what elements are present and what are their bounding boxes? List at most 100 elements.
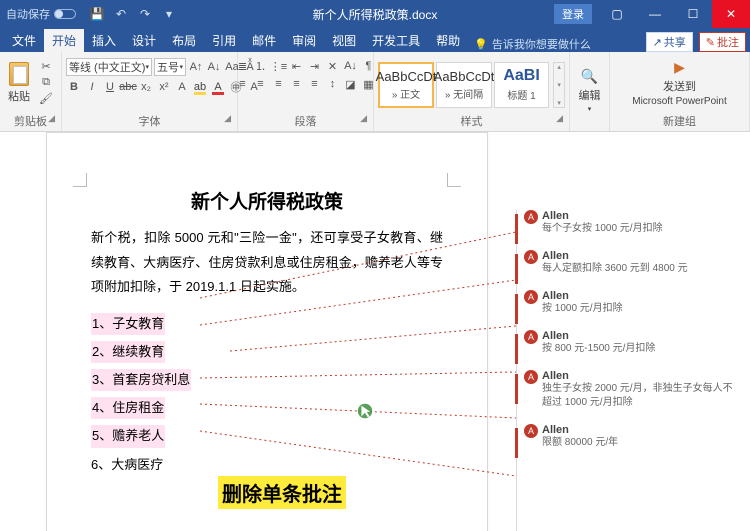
margin-corner-icon [447, 173, 461, 187]
highlight-color-button[interactable]: ab [192, 79, 208, 95]
comment[interactable]: A Allen 限额 80000 元/年 [524, 424, 738, 450]
autosave-label: 自动保存 [6, 6, 50, 22]
tab-help[interactable]: 帮助 [428, 29, 468, 52]
lightbulb-icon: 💡 [474, 38, 488, 51]
multilevel-icon[interactable]: ⋮≡ [271, 58, 287, 74]
document-area: 新个人所得税政策 新个税，扣除 5000 元和"三险一金"，还可享受子女教育、继… [0, 132, 750, 531]
list-item: 2、继续教育 [91, 341, 165, 363]
powerpoint-icon: ▶ [674, 59, 685, 76]
redo-icon[interactable]: ↷ [134, 3, 156, 25]
numbering-icon[interactable]: ⒈ [253, 58, 269, 74]
close-icon[interactable]: ✕ [712, 0, 750, 28]
maximize-icon[interactable]: ☐ [674, 0, 712, 28]
style-heading1[interactable]: AaBI 标题 1 [494, 62, 549, 108]
align-right-icon[interactable]: ≡ [271, 76, 287, 92]
editing-button[interactable]: 🔍 编辑 ▾ [575, 66, 605, 115]
comment[interactable]: A Allen 每人定额扣除 3600 元到 4800 元 [524, 250, 738, 276]
strike-button[interactable]: abc [120, 79, 136, 95]
login-button[interactable]: 登录 [554, 4, 592, 24]
ribbon-tabs: 文件 开始 插入 设计 布局 引用 邮件 审阅 视图 开发工具 帮助 💡 告诉我… [0, 28, 750, 52]
asian-layout-icon[interactable]: ✕ [325, 58, 341, 74]
dialog-launcher-icon[interactable]: ◢ [48, 113, 55, 124]
superscript-button[interactable]: x² [156, 79, 172, 95]
group-editing: 🔍 编辑 ▾ [570, 52, 610, 131]
list-item: 6、大病医疗 [91, 454, 163, 476]
list-item: 5、赡养老人 [91, 425, 165, 447]
tab-file[interactable]: 文件 [4, 29, 44, 52]
ribbon-options-icon[interactable]: ▢ [598, 0, 636, 28]
grow-font-icon[interactable]: A↑ [188, 59, 204, 75]
send-to-ppt-button[interactable]: ▶ 发送到 Microsoft PowerPoint [628, 57, 730, 109]
tab-view[interactable]: 视图 [324, 29, 364, 52]
tab-mailings[interactable]: 邮件 [244, 29, 284, 52]
bold-button[interactable]: B [66, 79, 82, 95]
dialog-launcher-icon[interactable]: ◢ [556, 113, 563, 124]
font-name-select[interactable]: 等线 (中文正文)▾ [66, 58, 152, 76]
styles-scroll[interactable]: ▴▾▾ [553, 62, 565, 108]
increase-indent-icon[interactable]: ⇥ [307, 58, 323, 74]
comment[interactable]: A Allen 按 800 元-1500 元/月扣除 [524, 330, 738, 356]
list-item: 4、住房租金 [91, 397, 165, 419]
format-painter-icon[interactable]: 🖌 [38, 92, 54, 106]
tab-review[interactable]: 审阅 [284, 29, 324, 52]
distributed-icon[interactable]: ≡ [307, 76, 323, 92]
annotation-caption: 删除单条批注 [218, 476, 346, 509]
autosave-toggle[interactable]: 自动保存 [0, 6, 82, 22]
copy-icon[interactable]: ⧉ [38, 76, 54, 90]
group-clipboard: 粘贴 ✂ ⧉ 🖌 剪贴板◢ [0, 52, 62, 131]
italic-button[interactable]: I [84, 79, 100, 95]
comment[interactable]: A Allen 每个子女按 1000 元/月扣除 [524, 210, 738, 236]
font-size-select[interactable]: 五号▾ [154, 58, 186, 76]
avatar: A [524, 250, 538, 264]
minimize-icon[interactable]: — [636, 0, 674, 28]
style-normal[interactable]: AaBbCcDt » 正文 [378, 62, 434, 108]
doc-list: 1、子女教育 2、继续教育 3、首套房贷利息 4、住房租金 5、赡养老人 6、大… [91, 310, 443, 479]
avatar: A [524, 290, 538, 304]
qat-more-icon[interactable]: ▾ [158, 3, 180, 25]
document-title: 新个人所得税政策.docx [313, 6, 438, 23]
doc-heading: 新个人所得税政策 [91, 187, 443, 214]
align-left-icon[interactable]: ≡ [235, 76, 251, 92]
shading-icon[interactable]: ◪ [343, 76, 359, 92]
document-page[interactable]: 新个人所得税政策 新个税，扣除 5000 元和"三险一金"，还可享受子女教育、继… [46, 132, 488, 531]
underline-button[interactable]: U [102, 79, 118, 95]
subscript-button[interactable]: x₂ [138, 79, 154, 95]
tab-devtools[interactable]: 开发工具 [364, 29, 428, 52]
bullets-icon[interactable]: ≣ [235, 58, 251, 74]
style-nospacing[interactable]: AaBbCcDt » 无间隔 [436, 62, 492, 108]
search-icon: 🔍 [581, 68, 598, 85]
quick-access-toolbar: 💾 ↶ ↷ ▾ [82, 3, 180, 25]
font-color-button[interactable]: A [210, 79, 226, 95]
tab-references[interactable]: 引用 [204, 29, 244, 52]
sort-icon[interactable]: A↓ [343, 58, 359, 74]
justify-icon[interactable]: ≡ [289, 76, 305, 92]
avatar: A [524, 370, 538, 384]
title-bar: 自动保存 💾 ↶ ↷ ▾ 新个人所得税政策.docx 登录 ▢ — ☐ ✕ [0, 0, 750, 28]
shrink-font-icon[interactable]: A↓ [206, 59, 222, 75]
decrease-indent-icon[interactable]: ⇤ [289, 58, 305, 74]
line-spacing-icon[interactable]: ↕ [325, 76, 341, 92]
tab-layout[interactable]: 布局 [164, 29, 204, 52]
cut-icon[interactable]: ✂ [38, 60, 54, 74]
comments-pane: A Allen 每个子女按 1000 元/月扣除 A Allen 每人定额扣除 … [524, 210, 738, 464]
tab-design[interactable]: 设计 [124, 29, 164, 52]
paste-button[interactable]: 粘贴 [4, 60, 34, 106]
comment[interactable]: A Allen 独生子女按 2000 元/月，非独生子女每人不超过 1000 元… [524, 370, 738, 410]
list-item: 3、首套房贷利息 [91, 369, 191, 391]
text-effects-icon[interactable]: A [174, 79, 190, 95]
comment[interactable]: A Allen 按 1000 元/月扣除 [524, 290, 738, 316]
dialog-launcher-icon[interactable]: ◢ [360, 113, 367, 124]
doc-paragraph: 新个税，扣除 5000 元和"三险一金"，还可享受子女教育、继续教育、大病医疗、… [91, 226, 443, 300]
tab-insert[interactable]: 插入 [84, 29, 124, 52]
group-newgroup: ▶ 发送到 Microsoft PowerPoint 新建组 [610, 52, 750, 131]
list-item: 1、子女教育 [91, 313, 165, 335]
save-icon[interactable]: 💾 [86, 3, 108, 25]
undo-icon[interactable]: ↶ [110, 3, 132, 25]
comments-button[interactable]: ✎批注 [699, 32, 746, 52]
dialog-launcher-icon[interactable]: ◢ [224, 113, 231, 124]
tab-home[interactable]: 开始 [44, 29, 84, 52]
share-button[interactable]: ↗共享 [646, 32, 693, 52]
align-center-icon[interactable]: ≡ [253, 76, 269, 92]
mouse-cursor-icon [356, 402, 374, 420]
tell-me-input[interactable]: 💡 告诉我你想要做什么 [474, 36, 645, 52]
